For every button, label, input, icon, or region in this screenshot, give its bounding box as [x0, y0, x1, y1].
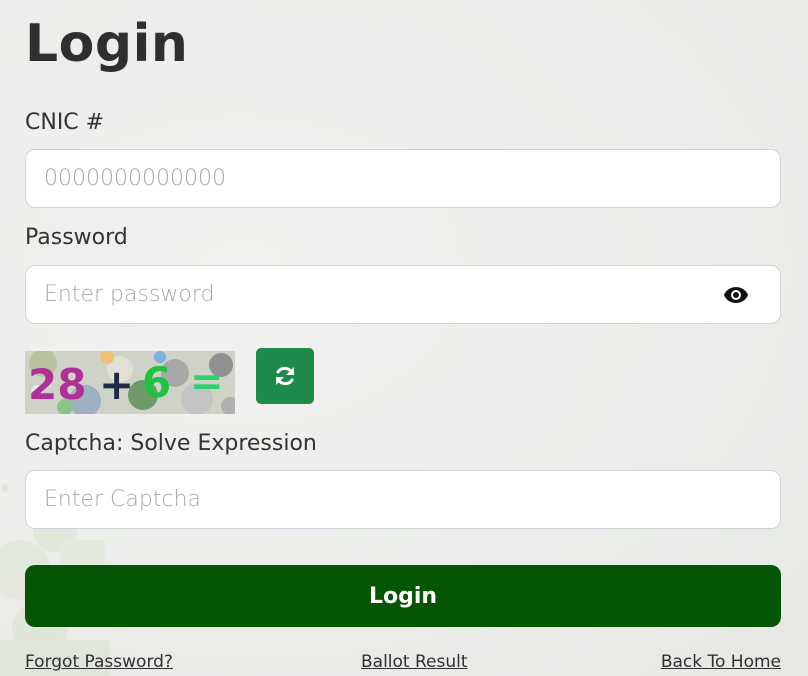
captcha-equals: = [190, 359, 224, 405]
captcha-operator: + [99, 360, 134, 409]
eye-icon [724, 287, 748, 303]
captcha-operand-1: 28 [28, 360, 86, 409]
captcha-label: Captcha: Solve Expression [25, 431, 317, 456]
password-input[interactable] [25, 265, 781, 324]
refresh-icon [276, 366, 294, 386]
refresh-captcha-button[interactable] [256, 348, 314, 404]
password-label: Password [25, 225, 128, 250]
back-to-home-link[interactable]: Back To Home [661, 652, 781, 672]
toggle-password-visibility-button[interactable] [720, 282, 752, 308]
page-title: Login [25, 14, 189, 74]
captcha-input[interactable] [25, 470, 781, 529]
captcha-image: 28 + 6 = [25, 351, 235, 414]
captcha-operand-2: 6 [142, 358, 171, 407]
cnic-input[interactable] [25, 149, 781, 208]
login-button[interactable]: Login [25, 565, 781, 627]
cnic-label: CNIC # [25, 110, 105, 135]
forgot-password-link[interactable]: Forgot Password? [25, 652, 173, 672]
ballot-result-link[interactable]: Ballot Result [361, 652, 468, 672]
